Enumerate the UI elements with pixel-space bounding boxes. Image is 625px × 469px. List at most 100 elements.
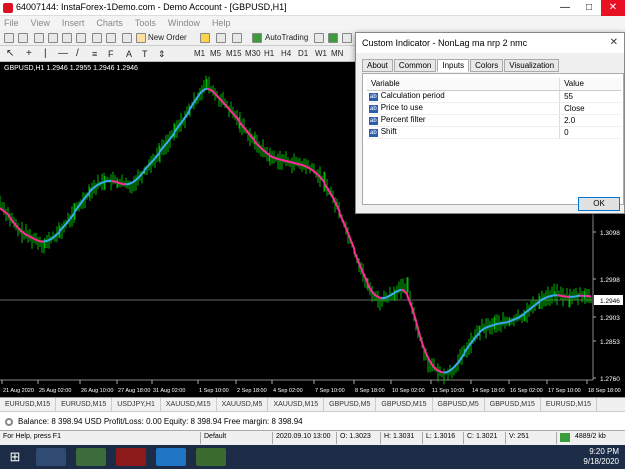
tab-colors[interactable]: Colors — [470, 59, 504, 72]
skype-taskbar-icon[interactable] — [156, 448, 186, 466]
time-tick-label: 18 Sep 18:00 — [588, 388, 621, 394]
column-variable: Variable — [367, 78, 560, 91]
time-tick-label: 27 Aug 18:00 — [118, 388, 150, 394]
value-cell[interactable]: 0 — [559, 126, 621, 139]
status-divider — [422, 432, 423, 444]
variable-name: Calculation period — [380, 91, 445, 100]
autotrading-icon[interactable] — [252, 33, 262, 43]
tester-icon[interactable] — [92, 33, 102, 43]
explorer-taskbar-icon[interactable] — [36, 448, 66, 466]
menu-tools[interactable]: Tools — [135, 16, 156, 30]
value-cell[interactable]: 55 — [559, 90, 621, 103]
chart-tab[interactable]: XAUUSD,M15 — [268, 398, 325, 411]
horizontal-line-icon[interactable]: — — [58, 48, 68, 60]
ok-button[interactable]: OK — [578, 197, 620, 211]
current-price-label: 1.2946 — [600, 298, 620, 305]
chart-tab[interactable]: XAUUSD,M15 — [161, 398, 217, 411]
terminal-icon[interactable] — [76, 33, 86, 43]
time-tick-label: 11 Sep 10:00 — [432, 388, 464, 394]
minimize-button[interactable]: — — [553, 0, 577, 16]
fibonacci-icon[interactable]: F — [108, 48, 114, 60]
timeframe-w1[interactable]: W1 — [315, 48, 327, 60]
menu-file[interactable]: File — [4, 16, 19, 30]
variable-cell: ab Price to use — [367, 102, 560, 115]
channel-icon[interactable]: ≡ — [92, 48, 97, 60]
tab-inputs[interactable]: Inputs — [437, 59, 470, 72]
chart-tab[interactable]: GBPUSD,M15 — [485, 398, 541, 411]
timeframe-h4[interactable]: H4 — [281, 48, 291, 60]
value-cell[interactable]: Close — [559, 102, 621, 115]
menu-help[interactable]: Help — [212, 16, 231, 30]
cursor-icon[interactable]: ↖ — [6, 48, 14, 60]
timeframe-mn[interactable]: MN — [331, 48, 343, 60]
timeframe-m15[interactable]: M15 — [226, 48, 242, 60]
dialog-close-button[interactable]: ✕ — [610, 37, 618, 48]
status-close: C: 1.3021 — [467, 433, 498, 440]
menu-charts[interactable]: Charts — [96, 16, 123, 30]
table-row[interactable]: ab Percent filter 2.0 — [367, 114, 621, 127]
text-icon[interactable]: A — [126, 48, 132, 60]
start-icon[interactable]: ⊞ — [4, 448, 26, 466]
profiles-icon[interactable] — [18, 33, 28, 43]
chart-tab[interactable]: GBPUSD,M5 — [433, 398, 485, 411]
metatrader-taskbar-icon[interactable] — [116, 448, 146, 466]
table-row[interactable]: ab Calculation period 55 — [367, 90, 621, 103]
autotrading-button[interactable]: AutoTrading — [265, 32, 308, 44]
timeframe-m1[interactable]: M1 — [194, 48, 205, 60]
timeframe-d1[interactable]: D1 — [298, 48, 308, 60]
close-button[interactable]: ✕ — [601, 0, 625, 16]
menu-window[interactable]: Window — [168, 16, 200, 30]
timeframe-m5[interactable]: M5 — [210, 48, 221, 60]
status-help: For Help, press F1 — [3, 433, 61, 440]
tab-about[interactable]: About — [362, 59, 393, 72]
status-divider — [200, 432, 201, 444]
chart-tab[interactable]: EURUSD,M15 — [0, 398, 57, 411]
candlestick-icon[interactable] — [328, 33, 338, 43]
menu-view[interactable]: View — [31, 16, 50, 30]
table-row[interactable]: ab Shift 0 — [367, 126, 621, 139]
timeframe-h1[interactable]: H1 — [264, 48, 274, 60]
price-tick-label: 1.2853 — [600, 339, 620, 346]
tab-common[interactable]: Common — [393, 59, 437, 72]
chart-window-icon[interactable] — [216, 33, 226, 43]
arrows-icon[interactable]: ⇕ — [158, 48, 166, 60]
metaeditor-gold-icon[interactable] — [200, 33, 210, 43]
metaeditor-icon[interactable] — [106, 33, 116, 43]
maximize-button[interactable]: □ — [577, 0, 601, 16]
timeframe-m30[interactable]: M30 — [245, 48, 261, 60]
crosshair-icon[interactable]: + — [26, 48, 32, 60]
chart-tab[interactable]: XAUUSD,M5 — [217, 398, 269, 411]
market-watch-icon[interactable] — [34, 33, 44, 43]
table-row[interactable]: ab Price to use Close — [367, 102, 621, 115]
new-chart-icon[interactable] — [4, 33, 14, 43]
chart-tab[interactable]: GBPUSD,M15 — [376, 398, 433, 411]
menu-insert[interactable]: Insert — [62, 16, 85, 30]
label-icon[interactable]: T — [142, 48, 148, 60]
value-cell[interactable]: 2.0 — [559, 114, 621, 127]
chart-tab[interactable]: GBPUSD,M5 — [324, 398, 377, 411]
status-divider — [336, 432, 337, 444]
chart-refresh-icon[interactable] — [232, 33, 242, 43]
trendline-icon[interactable]: / — [76, 48, 79, 60]
ea-icon[interactable] — [122, 33, 132, 43]
chart-tab[interactable]: EURUSD,M15 — [541, 398, 598, 411]
time-tick-label: 1 Sep 10:00 — [199, 388, 229, 394]
new-order-icon[interactable] — [136, 33, 146, 43]
data-window-icon[interactable] — [48, 33, 58, 43]
variable-type-badge: ab — [369, 129, 378, 137]
status-divider — [272, 432, 273, 444]
new-order-button[interactable]: New Order — [148, 32, 187, 44]
tab-visualization[interactable]: Visualization — [504, 59, 560, 72]
chrome-taskbar-icon[interactable] — [76, 448, 106, 466]
line-chart-icon[interactable] — [342, 33, 352, 43]
navigator-icon[interactable] — [62, 33, 72, 43]
metatrader-green-taskbar-icon[interactable] — [196, 448, 226, 466]
nonlag-up-segment — [381, 288, 402, 300]
chart-tab[interactable]: USDJPY,H1 — [112, 398, 161, 411]
chart-tabs: EURUSD,M15 EURUSD,M15 USDJPY,H1 XAUUSD,M… — [0, 397, 625, 411]
chart-tab[interactable]: EURUSD,M15 — [56, 398, 113, 411]
vertical-line-icon[interactable]: | — [44, 48, 47, 60]
clock-time: 9:20 PM — [589, 447, 619, 456]
bar-chart-icon[interactable] — [314, 33, 324, 43]
variable-type-badge: ab — [369, 105, 378, 113]
